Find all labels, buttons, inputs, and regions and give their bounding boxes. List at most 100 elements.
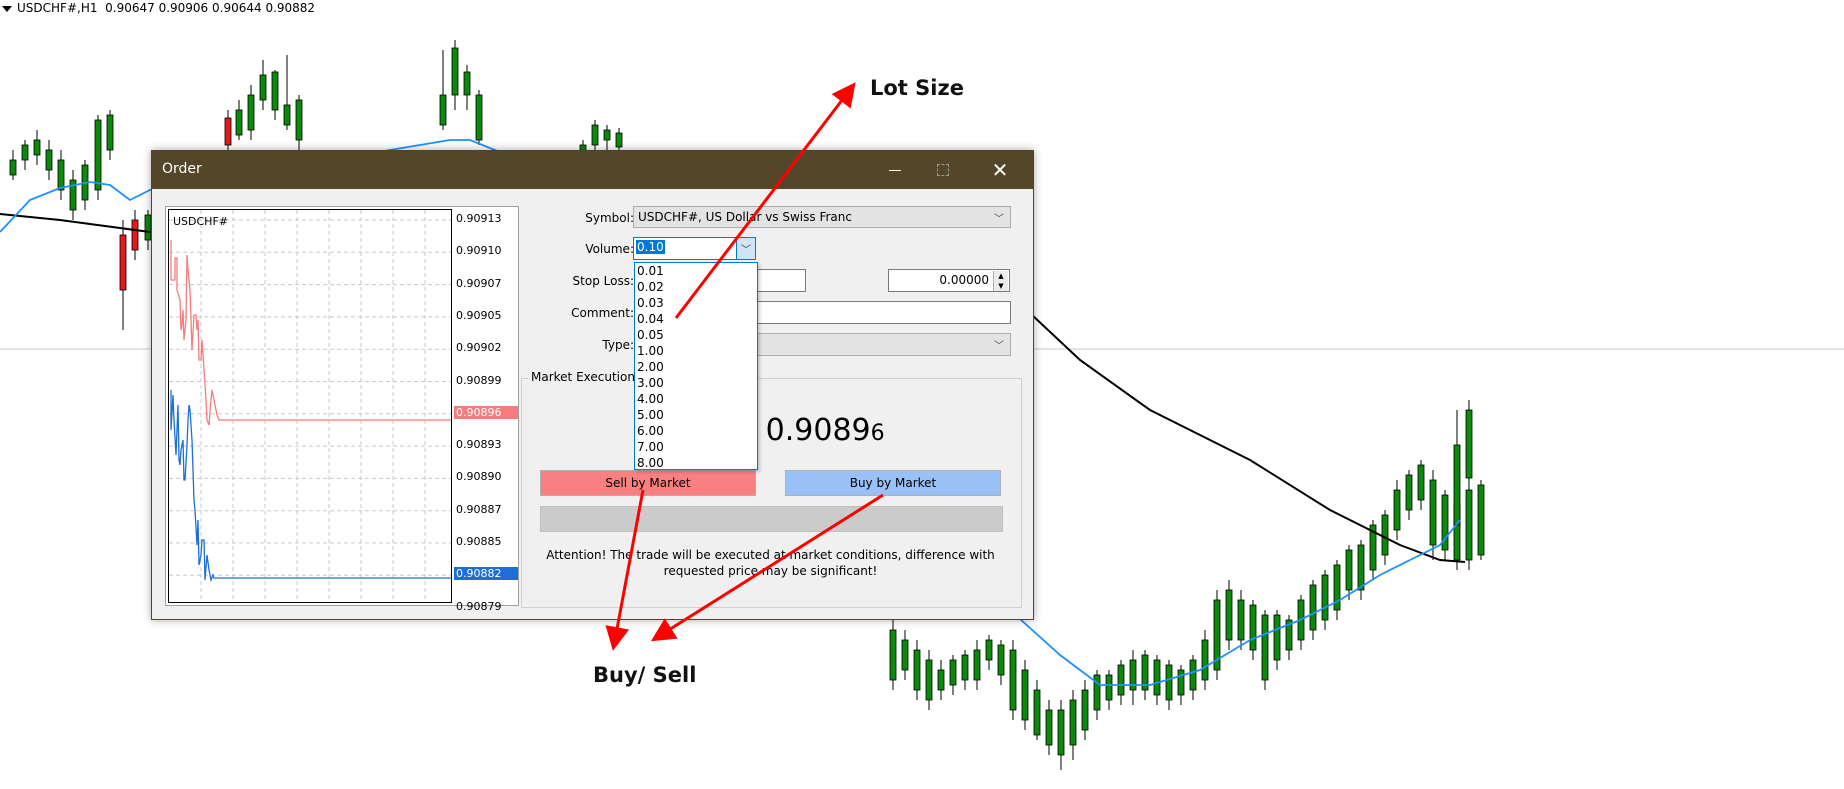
candle-body (463, 71, 471, 96)
maximize-button[interactable] (918, 151, 968, 189)
attention-line-2: requested price may be significant! (663, 564, 878, 578)
stop-loss-label: Stop Loss: (572, 274, 634, 288)
type-label: Type: (602, 338, 634, 352)
candle-body (949, 659, 957, 686)
comment-input[interactable] (756, 301, 1011, 324)
bid-line (170, 390, 451, 583)
take-profit-spinner[interactable]: ▲ ▼ (993, 271, 1008, 291)
title-bar[interactable]: Order ✕ (152, 151, 1033, 189)
ask-line (170, 240, 451, 426)
candle-body (33, 139, 41, 156)
candle-body (1261, 614, 1269, 681)
candle-body (1357, 544, 1365, 591)
candle-body (106, 114, 114, 151)
candle-body (1393, 489, 1401, 531)
candle-body (1069, 699, 1077, 746)
annotation-buy-sell: Buy/ Sell (593, 663, 697, 687)
volume-option[interactable]: 2.00 (635, 359, 757, 375)
candle-body (1153, 659, 1161, 696)
minimize-icon (889, 169, 901, 171)
close-icon: ✕ (991, 158, 1009, 182)
candle-body (1345, 549, 1353, 591)
symbol-select[interactable]: USDCHF#, US Dollar vs Swiss Franc ﹀ (633, 206, 1011, 228)
candle-body (57, 159, 65, 191)
volume-label: Volume: (585, 242, 634, 256)
volume-option[interactable]: 0.05 (635, 327, 757, 343)
candle-body (224, 117, 232, 146)
attention-line-1: Attention! The trade will be executed at… (546, 548, 995, 562)
candle-body (1477, 484, 1485, 556)
candle-body (997, 644, 1005, 676)
volume-option[interactable]: 4.00 (635, 391, 757, 407)
candle-body (1465, 489, 1473, 561)
candle-body (45, 149, 53, 171)
candle-body (451, 47, 459, 96)
candle-body (1177, 669, 1185, 696)
candle-body (1201, 639, 1209, 681)
order-type-select[interactable]: ﹀ (756, 333, 1011, 356)
volume-option[interactable]: 5.00 (635, 407, 757, 423)
candle-body (1309, 584, 1317, 631)
candle-body (1105, 674, 1113, 701)
price-axis-label: 0.90902 (456, 341, 502, 355)
take-profit-field[interactable]: 0.00000 ▲ ▼ (888, 269, 1010, 292)
volume-option[interactable]: 3.00 (635, 375, 757, 391)
candle-body (603, 129, 611, 141)
dialog-title: Order (162, 161, 202, 177)
candle-body (21, 144, 29, 161)
stop-loss-field[interactable] (756, 269, 806, 292)
candle-body (1453, 444, 1461, 526)
candle-body (259, 74, 267, 101)
volume-option[interactable]: 0.01 (635, 263, 757, 279)
candle-body (1381, 514, 1389, 556)
close-button[interactable]: ✕ (975, 151, 1025, 189)
chevron-down-icon: ﹀ (994, 214, 1004, 225)
price-axis-label: 0.90887 (456, 502, 502, 516)
candle-body (119, 234, 127, 291)
price-axis-label: 0.90882 (454, 567, 518, 581)
price-axis-label: 0.90896 (454, 405, 518, 419)
spin-up-icon[interactable]: ▲ (994, 271, 1008, 281)
comment-label: Comment: (571, 306, 634, 320)
buy-by-market-button[interactable]: Buy by Market (785, 470, 1001, 496)
volume-option[interactable]: 0.03 (635, 295, 757, 311)
volume-value: 0.10 (636, 240, 665, 254)
volume-option[interactable]: 6.00 (635, 423, 757, 439)
price-axis-label: 0.90879 (456, 599, 502, 613)
volume-option[interactable]: 0.02 (635, 279, 757, 295)
volume-option[interactable]: 0.04 (635, 311, 757, 327)
annotation-lot-size: Lot Size (870, 76, 964, 100)
candle-body (1189, 659, 1197, 691)
sell-by-market-button[interactable]: Sell by Market (540, 470, 756, 496)
attention-message: Attention! The trade will be executed at… (540, 547, 1001, 579)
price-axis-label: 0.90890 (456, 470, 502, 484)
volume-option[interactable]: 8.00 (635, 455, 757, 471)
candle-body (973, 649, 981, 681)
maximize-icon (937, 164, 949, 176)
volume-combobox[interactable]: 0.10 ﹀ (633, 237, 756, 260)
candle-body (591, 124, 599, 146)
spin-down-icon[interactable]: ▼ (994, 281, 1008, 291)
candle-body (1033, 689, 1041, 736)
volume-option[interactable]: 1.00 (635, 343, 757, 359)
price-axis-label: 0.90910 (456, 244, 502, 258)
candle-body (1417, 464, 1425, 501)
volume-dropdown-button[interactable]: ﹀ (736, 238, 755, 259)
candle-body (1429, 479, 1437, 546)
candle-body (961, 654, 969, 681)
chart-header: USDCHF#,H1 0.90647 0.90906 0.90644 0.908… (2, 1, 315, 15)
candle-body (1249, 604, 1257, 651)
candle-body (295, 99, 303, 141)
candle-body (439, 94, 447, 126)
candle-body (1165, 664, 1173, 701)
candle-body (913, 649, 921, 691)
candle-body (475, 94, 483, 141)
volume-dropdown-list[interactable]: 0.01 0.02 0.03 0.04 0.05 1.00 2.00 3.00 4.00 5.00… (634, 262, 758, 470)
tick-chart-plot: USDCHF# (168, 209, 452, 603)
candle-body (1273, 614, 1281, 661)
volume-option[interactable]: 7.00 (635, 439, 757, 455)
candle-body (1117, 664, 1125, 696)
minimize-button[interactable] (870, 151, 920, 189)
order-dialog: Order ✕ USDCHF# 0.90913 0.90910 0.90907 0.9… (151, 150, 1034, 620)
collapse-triangle-icon[interactable] (2, 5, 12, 12)
